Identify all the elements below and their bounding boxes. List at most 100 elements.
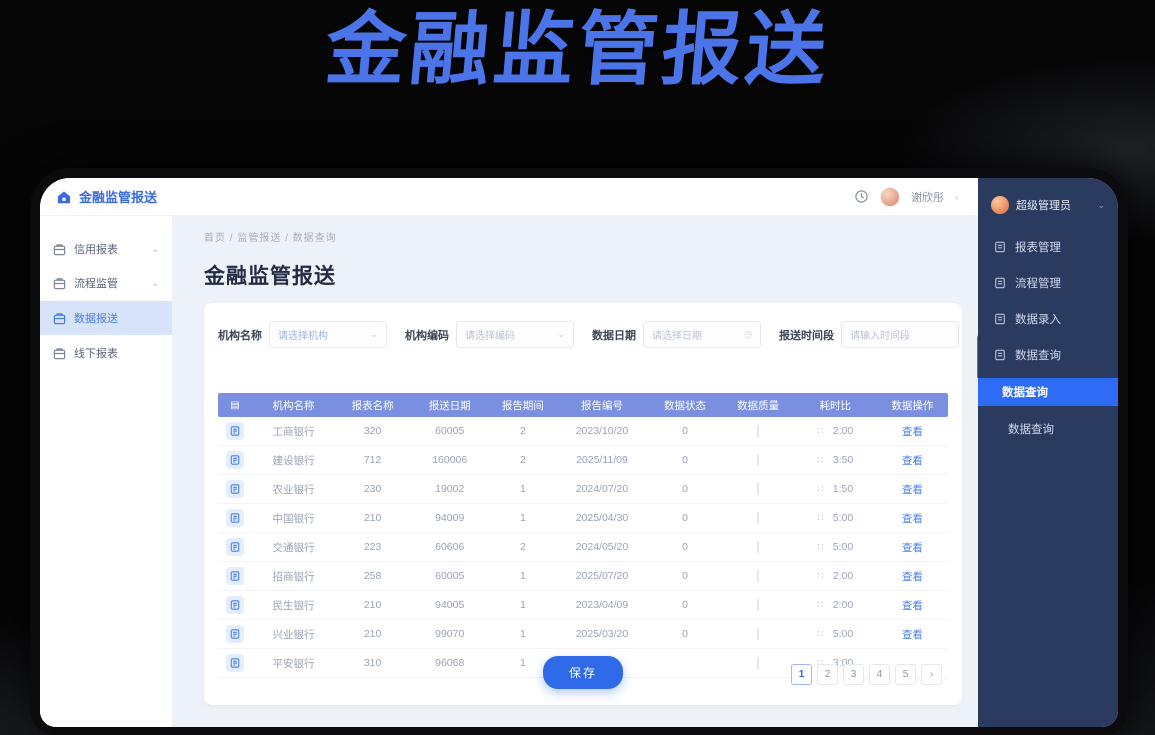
table-column-header: 耗时比 [794,398,877,413]
right-panel-item[interactable]: 数据查询 [978,416,1118,442]
drag-handle-icon[interactable]: ∷ [817,629,823,640]
cell-report-period: 2 [489,541,556,553]
report-icon[interactable] [226,567,244,585]
cell-submit-batch: 60005 [410,570,489,582]
quality-checkbox[interactable] [757,599,759,611]
filter-input[interactable]: 请选择日期 ◷ [643,321,761,348]
cell-report-no: 712 [335,454,410,466]
drag-handle-icon[interactable]: ∷ [817,455,823,466]
sidebar-item-default[interactable]: 信用报表 ⌄ [40,232,172,266]
sidebar-item-active[interactable]: 数据报送 ⌄ [40,301,172,335]
right-panel-item[interactable]: 数据查询 [978,342,1118,368]
report-icon[interactable] [226,480,244,498]
quality-checkbox[interactable] [757,454,759,466]
sidebar-item-label: 信用报表 [74,241,118,257]
drag-handle-icon[interactable]: ∷ [817,513,823,524]
sidebar-item-default[interactable]: 流程监管 ⌄ [40,266,172,300]
pagination-button[interactable]: 4 [869,664,890,685]
filter-label: 报送时间段 [779,327,834,343]
sidebar-item-label: 流程监管 [74,275,118,291]
query-icon [994,349,1006,361]
data-table: ▤ 机构名称报表名称报送日期报告期间报告编号数据状态数据质量耗时比数据操作 工商… [218,393,948,644]
pagination-button[interactable]: 1 [791,664,812,685]
filter-suffix-icon: ⌄ [557,329,565,340]
right-panel-item[interactable]: 报表管理 [978,234,1118,260]
sidebar-item-default[interactable]: 线下报表 ⌄ [40,336,172,370]
row-action-link[interactable]: 查看 [902,484,923,496]
wallet-icon [53,347,66,360]
right-panel-item[interactable]: 数据录入 [978,306,1118,332]
cell-report-no: 320 [335,425,410,437]
right-panel-item[interactable]: 数据查询 [978,378,1118,406]
table-row: 招商银行 258 60005 1 2025/07/20 0 ∷2:00 查看 [218,562,948,591]
chevron-down-icon[interactable]: › [955,192,958,202]
row-action-link[interactable]: 查看 [902,571,923,583]
app-window: 金融监管报送 谢欣彤 › 信用报表 ⌄ 流程监管 ⌄ 数据报送 ⌄ 线下报表 ⌄ [40,178,978,727]
quality-checkbox[interactable] [757,483,759,495]
cell-submit-batch: 160006 [410,454,489,466]
sidebar-item-label: 线下报表 [74,345,118,361]
drag-handle-icon[interactable]: ∷ [817,426,823,437]
filter-input[interactable]: 请选择机构 ⌄ [269,321,387,348]
table-icon-column: ▤ [218,400,252,411]
table-body: 工商银行 320 60005 2 2023/10/20 0 ∷2:00 查看 建… [218,417,948,678]
filter-bar: 机构名称 请选择机构 ⌄ 机构编码 请选择编码 ⌄ 数据日期 请选择日期 ◷ 报… [218,321,948,380]
quality-checkbox[interactable] [757,628,759,640]
cell-report-date: 2024/05/20 [557,541,648,553]
filter-input[interactable]: 请输入时间段 [841,321,959,348]
drag-handle-icon[interactable]: ∷ [817,600,823,611]
report-icon[interactable] [226,509,244,527]
drag-handle-icon[interactable]: ∷ [817,484,823,495]
report-icon [994,241,1006,253]
cell-data-status: 0 [647,570,722,582]
cell-submit-batch: 60005 [410,425,489,437]
save-button[interactable]: 保存 [543,656,623,689]
right-panel-item[interactable]: 流程管理 [978,270,1118,296]
clock-icon[interactable] [854,189,869,204]
cell-institution-name: 中国银行 [252,511,335,526]
filter-suffix-icon: ◷ [744,329,752,340]
cell-report-no: 230 [335,483,410,495]
pagination-button[interactable]: › [921,664,942,685]
row-action-link[interactable]: 查看 [902,542,923,554]
folder-icon [994,277,1006,289]
cell-institution-name: 兴业银行 [252,627,335,642]
report-icon[interactable] [226,451,244,469]
cell-report-date: 2025/03/20 [557,628,648,640]
sidebar-item-label: 数据报送 [74,310,118,326]
entry-icon [994,313,1006,325]
quality-checkbox[interactable] [757,570,759,582]
pagination-button[interactable]: 2 [817,664,838,685]
right-panel-item-label: 数据查询 [1008,421,1054,437]
cell-time: 2:00 [833,570,853,582]
app-logo[interactable]: 金融监管报送 [56,187,157,206]
pagination-button[interactable]: 3 [843,664,864,685]
row-action-link[interactable]: 查看 [902,629,923,641]
cell-data-status: 0 [647,599,722,611]
filter-input[interactable]: 请选择编码 ⌄ [456,321,574,348]
right-panel: 超级管理员 ⌄ 报表管理 流程管理 数据录入 数据查询 数据查询 数据查询 [978,178,1118,727]
right-panel-user[interactable]: 超级管理员 ⌄ [978,192,1118,234]
quality-checkbox[interactable] [757,425,759,437]
pagination-button[interactable]: 5 [895,664,916,685]
row-action-link[interactable]: 查看 [902,426,923,438]
table-column-header: 报送日期 [410,398,489,413]
report-icon[interactable] [226,625,244,643]
cell-time: 5:00 [833,512,853,524]
quality-checkbox[interactable] [757,541,759,553]
user-avatar[interactable] [880,187,900,207]
table-row: 交通银行 223 60606 2 2024/05/20 0 ∷5:00 查看 [218,533,948,562]
row-action-link[interactable]: 查看 [902,513,923,525]
row-action-link[interactable]: 查看 [902,600,923,612]
drag-handle-icon[interactable]: ∷ [817,542,823,553]
quality-checkbox[interactable] [757,512,759,524]
row-action-link[interactable]: 查看 [902,455,923,467]
report-icon[interactable] [226,422,244,440]
cell-report-date: 2023/04/09 [557,599,648,611]
cell-submit-batch: 19002 [410,483,489,495]
report-icon[interactable] [226,596,244,614]
drag-handle-icon[interactable]: ∷ [817,571,823,582]
cell-report-date: 2023/10/20 [557,425,648,437]
report-icon[interactable] [226,538,244,556]
table-column-header: 数据质量 [723,398,794,413]
